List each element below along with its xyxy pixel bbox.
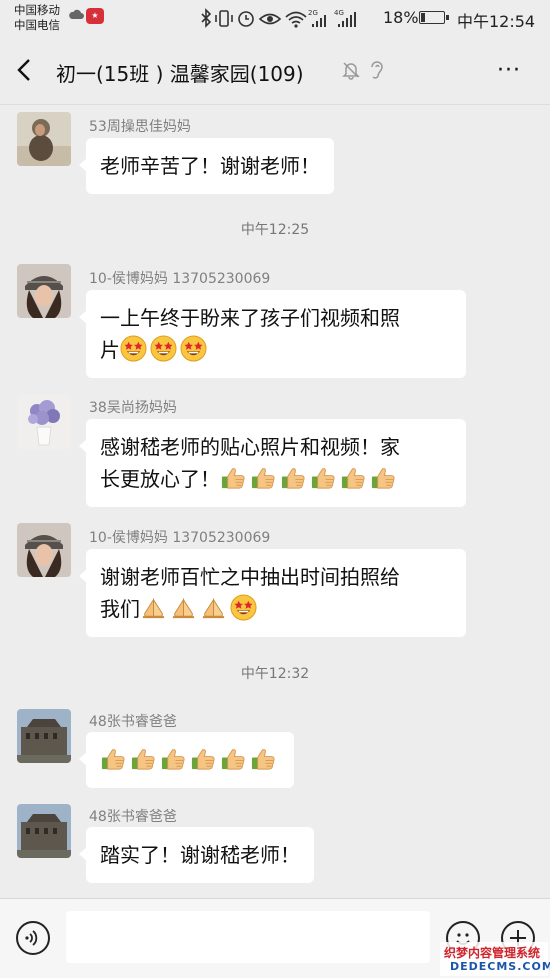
sender-name: 48张书睿爸爸 <box>89 714 177 730</box>
system-status-icons: 2G 4G <box>201 8 356 28</box>
thumbs-up-emoji-icon <box>250 464 277 491</box>
back-arrow-icon[interactable] <box>14 56 34 84</box>
battery-percent: 18% <box>383 8 419 27</box>
thumbs-up-emoji-icon <box>190 745 217 772</box>
folded-hands-emoji-icon <box>170 594 197 621</box>
message-bubble[interactable] <box>79 732 294 788</box>
message-input[interactable] <box>66 911 430 963</box>
message-text-line: 谢谢老师百忙之中抽出时间拍照给 <box>100 565 400 589</box>
avatar[interactable] <box>17 264 71 318</box>
voice-input-button[interactable] <box>16 921 50 955</box>
eye-icon <box>258 13 282 25</box>
chat-header: 初一(15班 ) 温馨家园(109) ··· <box>0 38 550 105</box>
voice-icon <box>25 930 38 946</box>
thumbs-up-emoji-icon <box>370 464 397 491</box>
battery-icon <box>419 11 449 24</box>
timestamp: 中午12:32 <box>240 666 310 682</box>
message-text: 老师辛苦了！谢谢老师！ <box>100 154 320 178</box>
emoji-row <box>140 594 260 621</box>
star-struck-emoji-icon <box>180 335 207 362</box>
earpiece-mode-icon <box>371 61 383 79</box>
message-text-line: 感谢嵇老师的贴心照片和视频！家 <box>100 435 400 459</box>
battery-fill <box>421 13 425 22</box>
message-bubble[interactable]: 谢谢老师百忙之中抽出时间拍照给 我们 <box>79 549 466 637</box>
svg-text:2G: 2G <box>308 9 318 17</box>
cloud-icon <box>69 9 84 19</box>
mute-bell-icon <box>342 62 360 80</box>
alarm-icon <box>238 11 254 27</box>
thumbs-up-emoji-icon <box>100 745 127 772</box>
emoji-row <box>100 748 280 772</box>
carrier-2: 中国电信 <box>14 18 60 32</box>
sender-name: 53周操思佳妈妈 <box>89 119 191 135</box>
message-text-line: 我们 <box>100 597 140 621</box>
star-struck-emoji-icon <box>150 335 177 362</box>
emoji-row <box>220 467 400 491</box>
avatar[interactable] <box>17 804 71 858</box>
wifi-icon <box>285 11 307 28</box>
message-bubble[interactable]: 踏实了！谢谢嵇老师！ <box>79 827 314 883</box>
bluetooth-icon <box>201 8 212 28</box>
star-struck-emoji-icon <box>230 594 257 621</box>
thumbs-up-emoji-icon <box>310 464 337 491</box>
watermark-url: DEDECMS.COM <box>450 960 550 973</box>
message-text-line: 片 <box>100 338 120 362</box>
signal-4g-icon: 4G <box>334 9 356 27</box>
emoji-row <box>120 335 210 362</box>
folded-hands-emoji-icon <box>140 594 167 621</box>
avatar[interactable] <box>17 112 71 166</box>
sender-name: 48张书睿爸爸 <box>89 809 177 825</box>
avatar[interactable] <box>17 523 71 577</box>
message-text-line: 一上午终于盼来了孩子们视频和照 <box>100 306 400 330</box>
status-bar: 中国移动 中国电信 ★ 2G 4G 18% 中午12:54 <box>0 0 550 38</box>
sender-name: 38吴尚扬妈妈 <box>89 400 177 416</box>
message-bubble[interactable]: 一上午终于盼来了孩子们视频和照 片 <box>79 290 466 378</box>
svg-text:4G: 4G <box>334 9 344 17</box>
watermark-text: 织梦内容管理系统 <box>444 946 541 960</box>
carrier-labels: 中国移动 中国电信 <box>14 3 60 33</box>
sender-name: 10-侯博妈妈 13705230069 <box>89 530 271 546</box>
thumbs-up-emoji-icon <box>280 464 307 491</box>
thumbs-up-emoji-icon <box>130 745 157 772</box>
thumbs-up-emoji-icon <box>340 464 367 491</box>
thumbs-up-emoji-icon <box>220 745 247 772</box>
folded-hands-emoji-icon <box>200 594 227 621</box>
thumbs-up-emoji-icon <box>220 464 247 491</box>
message-bubble[interactable]: 老师辛苦了！谢谢老师！ <box>79 138 334 194</box>
star-struck-emoji-icon <box>120 335 147 362</box>
carrier-1: 中国移动 <box>14 3 60 17</box>
thumbs-up-emoji-icon <box>160 745 187 772</box>
avatar[interactable] <box>17 395 71 449</box>
status-time: 中午12:54 <box>457 12 536 31</box>
timestamp: 中午12:25 <box>240 222 310 238</box>
message-text-line: 长更放心了！ <box>100 467 220 491</box>
thumbs-up-emoji-icon <box>250 745 277 772</box>
message-text: 踏实了！谢谢嵇老师！ <box>100 843 300 867</box>
chat-title: 初一(15班 ) 温馨家园(109) <box>56 62 304 86</box>
vibrate-icon <box>215 10 233 27</box>
avatar[interactable] <box>17 709 71 763</box>
message-bubble[interactable]: 感谢嵇老师的贴心照片和视频！家 长更放心了！ <box>79 419 466 507</box>
signal-2g-icon: 2G <box>308 9 326 27</box>
app-notification-icon: ★ <box>86 8 104 24</box>
sender-name: 10-侯博妈妈 13705230069 <box>89 271 271 287</box>
more-options-button[interactable]: ··· <box>497 58 521 83</box>
